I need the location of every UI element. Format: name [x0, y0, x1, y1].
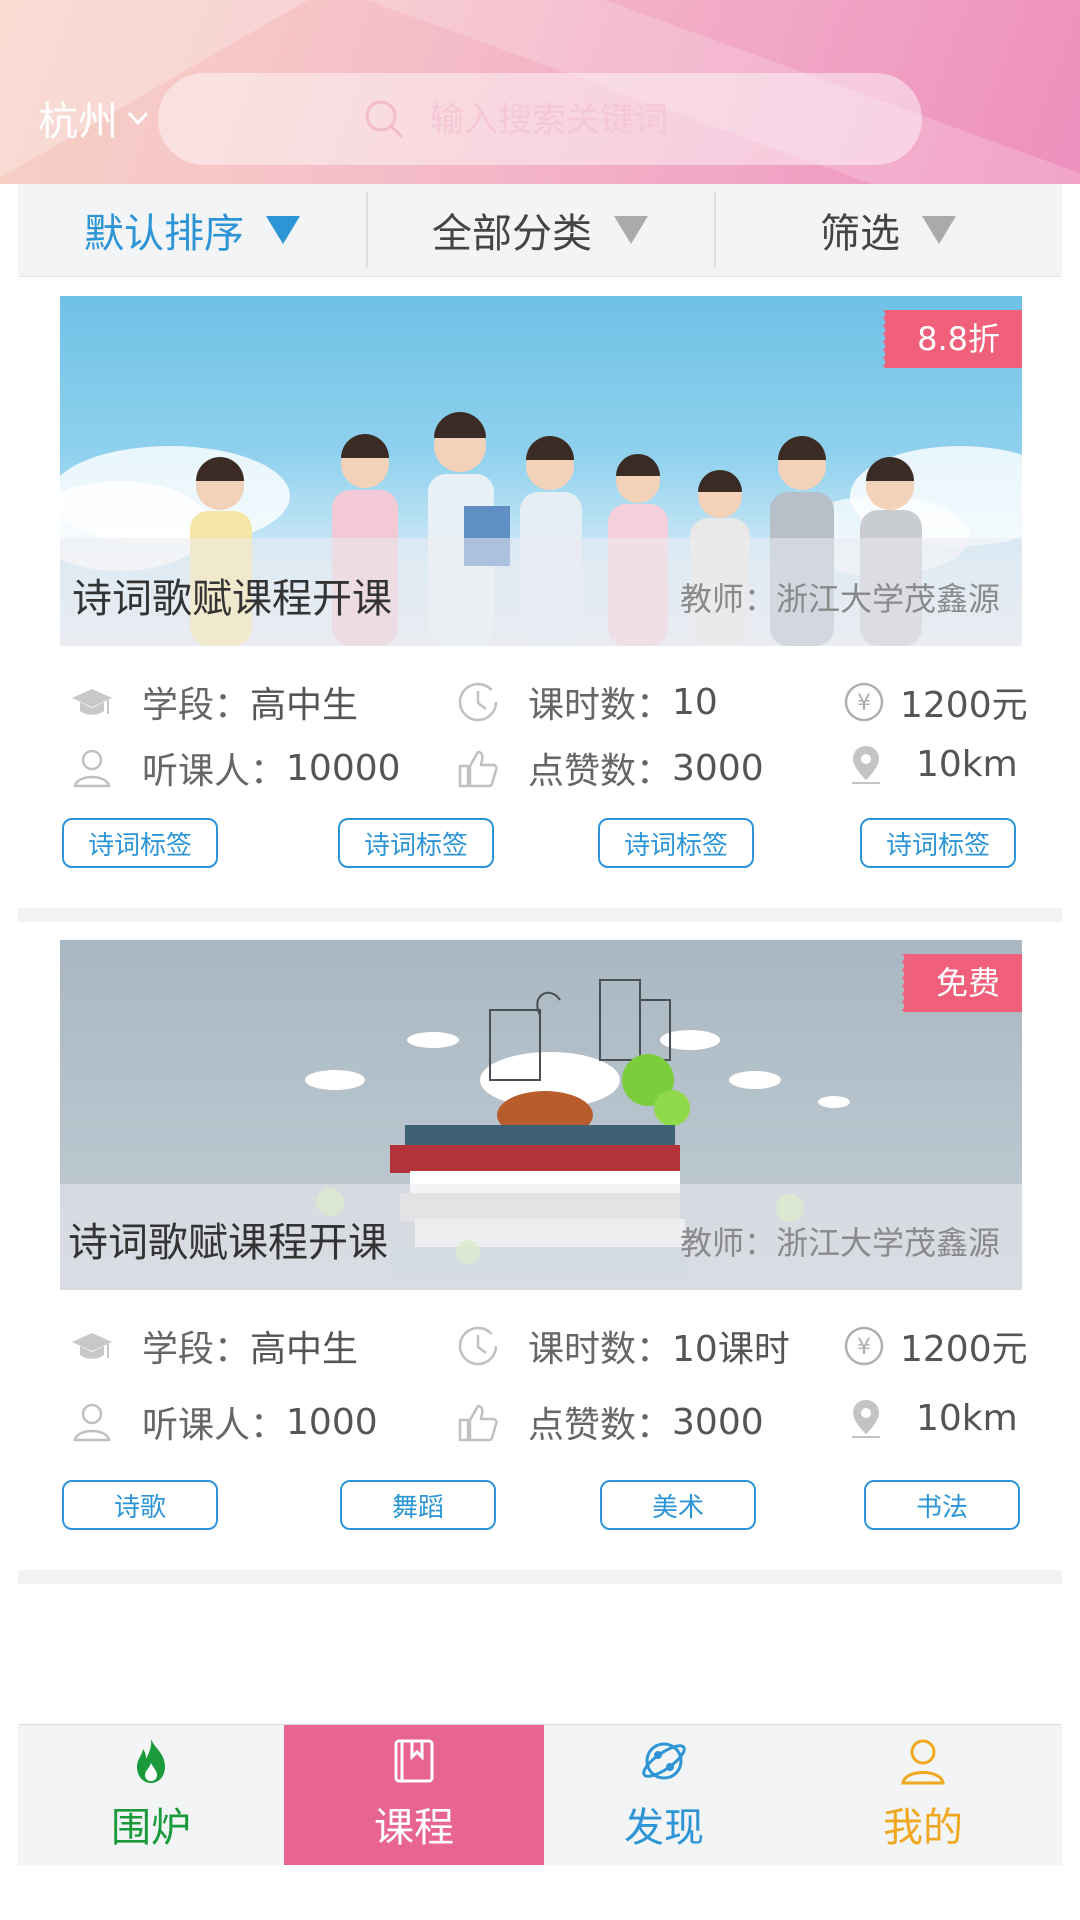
tab-label: 发现: [624, 1805, 704, 1851]
course-tag[interactable]: 美术: [600, 1480, 756, 1530]
yuan-icon: ¥: [844, 1326, 884, 1366]
flame-icon: [137, 1739, 165, 1783]
user-outline-icon: [73, 749, 111, 788]
card-divider: [18, 908, 1062, 922]
course-title: 诗词歌赋课程开课: [68, 1220, 388, 1266]
stat-value: 10000: [286, 747, 401, 789]
stat-likes: 点赞数： 3000: [456, 742, 764, 794]
stat-value: 3000: [672, 747, 764, 789]
course-tag[interactable]: 诗歌: [62, 1480, 218, 1530]
user-outline-icon: [73, 1403, 111, 1442]
stat-stage: 学段： 高中生: [70, 1320, 358, 1372]
stat-label: 课时数：: [528, 1329, 673, 1370]
discount-badge: 8.8折: [881, 310, 1022, 368]
stat-stage: 学段： 高中生: [70, 676, 358, 728]
search-input[interactable]: [428, 89, 892, 151]
user-icon: [901, 1739, 945, 1785]
bottom-tab-bar: 围炉 课程 发现 我的: [18, 1724, 1062, 1865]
course-teacher: 教师：浙江大学茂鑫源: [679, 580, 1000, 618]
course-tag[interactable]: 诗词标签: [62, 818, 218, 868]
tab-label: 围炉: [111, 1805, 191, 1851]
stat-label: 学段：: [142, 685, 251, 726]
search-icon: [365, 100, 404, 139]
thumbs-up-icon: [458, 1404, 498, 1442]
filter-bar: 默认排序 全部分类 筛选: [18, 184, 1062, 277]
stat-likes: 点赞数： 3000: [456, 1396, 764, 1448]
course-banner-image[interactable]: 诗词歌赋课程开课 教师：浙江大学茂鑫源 免费: [60, 940, 1022, 1290]
stat-value: 10: [672, 681, 718, 723]
graduation-cap-icon: [72, 1333, 112, 1359]
stat-value: 10课时: [672, 1329, 790, 1370]
course-card[interactable]: 诗词歌赋课程开课 教师：浙江大学茂鑫源 免费 学段： 高中生 课时数： 10课时…: [18, 922, 1062, 1562]
stat-distance: 10km: [844, 1396, 1018, 1440]
course-teacher: 教师：浙江大学茂鑫源: [679, 1224, 1000, 1262]
svg-text:¥: ¥: [857, 691, 871, 716]
course-tag[interactable]: 诗词标签: [338, 818, 494, 868]
triangle-down-icon: [922, 216, 956, 244]
graduation-cap-icon: [72, 689, 112, 715]
stat-value: 10km: [916, 1397, 1018, 1439]
planet-icon: [642, 1742, 686, 1780]
tab-mine[interactable]: 我的: [784, 1725, 1062, 1865]
course-tag[interactable]: 诗词标签: [598, 818, 754, 868]
stat-price: ¥ 1200元: [842, 1320, 1028, 1372]
location-pin-icon: [852, 1400, 880, 1438]
stat-value: 10km: [916, 743, 1018, 785]
tab-discover[interactable]: 发现: [544, 1725, 784, 1865]
stat-label: 点赞数：: [528, 751, 673, 792]
header: 杭州: [0, 0, 1080, 184]
stat-listeners: 听课人： 10000: [70, 742, 401, 794]
yuan-icon: ¥: [844, 682, 884, 722]
course-card[interactable]: 诗词歌赋课程开课 教师：浙江大学茂鑫源 8.8折 学段： 高中生 课时数： 10…: [18, 278, 1062, 908]
tab-label: 课程: [374, 1805, 454, 1851]
stat-label: 学段：: [142, 1329, 251, 1370]
stat-label: 听课人：: [142, 751, 287, 792]
stat-value: 高中生: [250, 1329, 359, 1370]
course-tag[interactable]: 诗词标签: [860, 818, 1016, 868]
triangle-down-icon: [614, 216, 648, 244]
stat-value: 1200元: [900, 1329, 1028, 1370]
stat-value: 1200元: [900, 685, 1028, 726]
stat-distance: 10km: [844, 742, 1018, 786]
stat-hours: 课时数： 10课时: [456, 1320, 790, 1372]
stat-label: 课时数：: [528, 685, 673, 726]
course-tag[interactable]: 书法: [864, 1480, 1020, 1530]
card-divider: [18, 1570, 1062, 1584]
filter-screen[interactable]: 筛选: [714, 184, 1062, 276]
course-title: 诗词歌赋课程开课: [72, 576, 392, 622]
location-pin-icon: [852, 746, 880, 784]
tab-courses[interactable]: 课程: [284, 1725, 544, 1865]
city-label: 杭州: [38, 99, 118, 145]
stat-label: 点赞数：: [528, 1405, 673, 1446]
filter-label: 全部分类: [432, 211, 592, 257]
book-icon: [394, 1739, 434, 1783]
course-tag[interactable]: 舞蹈: [340, 1480, 496, 1530]
clock-icon: [458, 1326, 498, 1366]
city-selector[interactable]: 杭州: [38, 88, 150, 148]
stat-value: 1000: [286, 1401, 378, 1443]
svg-text:¥: ¥: [857, 1335, 871, 1360]
filter-all-categories[interactable]: 全部分类: [366, 184, 714, 276]
stat-value: 高中生: [250, 685, 359, 726]
stat-label: 听课人：: [142, 1405, 287, 1446]
tab-weilu[interactable]: 围炉: [18, 1725, 284, 1865]
stat-hours: 课时数： 10: [456, 676, 718, 728]
filter-label: 筛选: [820, 211, 900, 257]
clock-icon: [458, 682, 498, 722]
triangle-down-icon: [266, 216, 300, 244]
stat-value: 3000: [672, 1401, 764, 1443]
search-bar[interactable]: [158, 73, 922, 165]
stat-listeners: 听课人： 1000: [70, 1396, 378, 1448]
chevron-down-icon: [127, 111, 149, 126]
filter-label: 默认排序: [84, 211, 244, 257]
filter-default-sort[interactable]: 默认排序: [18, 184, 366, 276]
free-badge: 免费: [899, 954, 1022, 1012]
thumbs-up-icon: [458, 750, 498, 788]
stat-price: ¥ 1200元: [842, 676, 1028, 728]
course-banner-image[interactable]: 诗词歌赋课程开课 教师：浙江大学茂鑫源 8.8折: [60, 296, 1022, 646]
tab-label: 我的: [883, 1805, 963, 1851]
